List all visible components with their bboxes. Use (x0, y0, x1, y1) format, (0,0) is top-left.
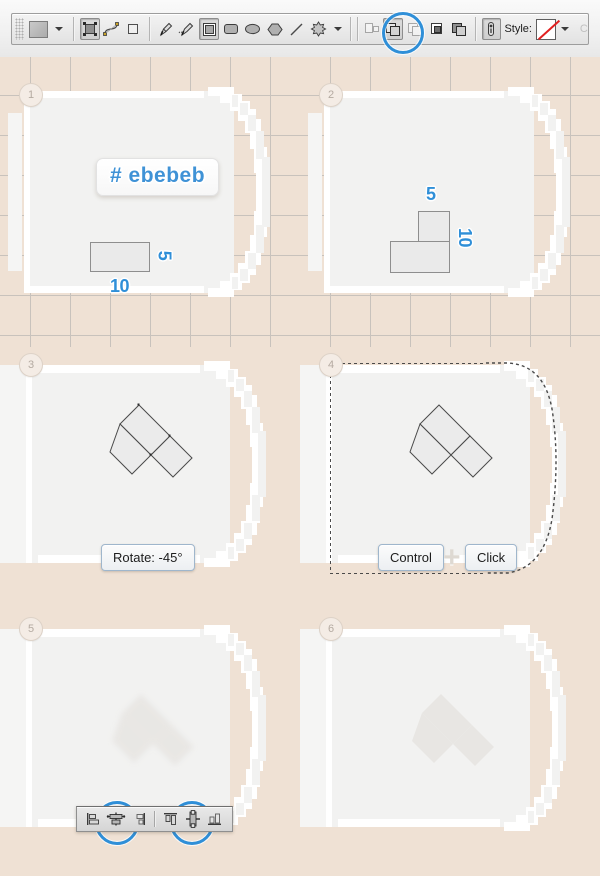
custom-shape-tool-icon[interactable] (308, 18, 328, 40)
align-bottom-edges-icon[interactable] (205, 810, 225, 828)
tutorial-screenshot: Style: C 1 # ebebeb 10 5 2 5 10 3 Rotate… (0, 0, 600, 876)
fill-color-swatch[interactable] (29, 18, 49, 40)
dimension-width-label: 10 (110, 276, 130, 296)
align-right-edges-icon[interactable] (128, 810, 148, 828)
click-label: Click (465, 544, 518, 571)
ghost-shape (412, 694, 494, 766)
exclude-overlapping-shape-areas-icon[interactable] (449, 18, 469, 40)
add-to-shape-area-icon[interactable] (383, 18, 404, 40)
rectangle-tool-icon[interactable] (199, 18, 220, 40)
dimension-width-label: 5 (426, 184, 436, 204)
fill-pixels-glyph (128, 24, 139, 34)
align-horizontal-centers-icon[interactable] (106, 810, 126, 828)
line-tool-icon[interactable] (287, 18, 307, 40)
toolbar-separator (356, 17, 358, 41)
ellipse-tool-icon[interactable] (243, 18, 263, 40)
step-panel-grid: 1 # ebebeb 10 5 2 5 10 3 Rotate: -45° 4 … (0, 57, 600, 876)
polygon-tool-icon[interactable] (265, 18, 285, 40)
exclude-overlapping-glyph (451, 22, 466, 36)
fill-pixels-icon[interactable] (123, 18, 143, 40)
hex-color-value: # ebebeb (110, 164, 206, 187)
shape-layer-icon[interactable] (79, 18, 100, 40)
rotated-shape (109, 403, 193, 478)
align-left-edges-icon[interactable] (84, 810, 104, 828)
style-picker-caret-icon[interactable] (560, 27, 569, 31)
line-glyph (290, 23, 303, 35)
align-left-glyph (87, 813, 99, 825)
style-label: Style: (504, 23, 532, 35)
rectangle-glyph (202, 22, 216, 36)
pen-tool-icon[interactable] (156, 18, 176, 40)
align-toolbar (76, 806, 233, 832)
shape-tool-options-bar: Style: C (11, 13, 589, 45)
rotated-shape (409, 404, 493, 478)
ghost-shape (112, 694, 194, 766)
step-badge: 6 (319, 617, 343, 641)
path-icon[interactable] (102, 18, 122, 40)
layer-style-icon[interactable] (481, 18, 502, 40)
intersect-shape-areas-icon[interactable] (427, 18, 447, 40)
step-panel-4: 4 Control + Click (300, 347, 600, 587)
ellipse-glyph (245, 23, 261, 35)
align-bottom-glyph (208, 813, 221, 825)
align-v-centers-glyph (186, 810, 200, 828)
toolbar-separator (349, 17, 351, 41)
pen-tool-glyph (159, 22, 172, 37)
toolbar-separator (149, 17, 150, 41)
step-panel-3: 3 Rotate: -45° (0, 347, 300, 587)
custom-shape-glyph (310, 21, 327, 37)
dimension-height-label: 10 (455, 227, 476, 248)
step-badge: 3 (19, 353, 43, 377)
intersect-shape-areas-glyph (430, 23, 442, 34)
align-h-centers-glyph (106, 812, 126, 826)
no-style-swatch[interactable] (535, 18, 556, 40)
align-vertical-centers-icon[interactable] (183, 810, 203, 828)
step-panel-1: 1 # ebebeb 10 5 (0, 57, 300, 347)
shape-layer-glyph (82, 22, 97, 36)
step-badge: 4 (319, 353, 343, 377)
rounded-rect-glyph (224, 24, 239, 34)
add-to-shape-area-glyph (386, 22, 401, 36)
step-badge: 1 (19, 83, 43, 107)
step-panel-6: 6 (300, 587, 600, 876)
freeform-pen-glyph (179, 22, 194, 37)
step-panel-5: 5 (0, 587, 300, 876)
align-toolbar-separator (154, 811, 155, 827)
toolbar-separator (72, 17, 74, 41)
selection-rectangle-upper (418, 211, 450, 243)
plus-symbol: + (443, 541, 461, 574)
step-panel-2: 2 5 10 (300, 57, 600, 347)
rounded-rectangle-tool-icon[interactable] (221, 18, 241, 40)
align-top-edges-icon[interactable] (161, 810, 181, 828)
control-key-label: Control (378, 544, 444, 571)
geometry-options-caret-icon[interactable] (333, 27, 342, 31)
clipped-label: C (579, 23, 588, 35)
path-glyph (102, 22, 119, 36)
dimension-height-label: 5 (154, 250, 175, 261)
create-new-shape-layer-icon[interactable] (362, 18, 382, 40)
rotate-label-button: Rotate: -45° (101, 544, 195, 571)
new-shape-layer-glyph (364, 23, 379, 33)
subtract-from-shape-area-icon[interactable] (405, 18, 425, 40)
selection-rectangle-lower (390, 241, 450, 273)
options-bar-background: Style: C (0, 0, 600, 58)
step-badge: 5 (19, 617, 43, 641)
polygon-glyph (267, 23, 283, 35)
fill-color-swatch-chip (29, 20, 49, 38)
subtract-shape-area-glyph (408, 22, 423, 36)
toolbar-separator (474, 17, 476, 41)
hex-color-label: # ebebeb (96, 158, 220, 196)
align-right-glyph (136, 813, 145, 825)
selection-rectangle (90, 242, 150, 272)
tool-preset-caret-icon[interactable] (54, 27, 63, 31)
freeform-pen-tool-icon[interactable] (178, 18, 198, 40)
layer-style-glyph (488, 22, 495, 36)
grip-handle-icon[interactable] (15, 18, 24, 40)
step-badge: 2 (319, 83, 343, 107)
align-top-glyph (164, 813, 177, 825)
